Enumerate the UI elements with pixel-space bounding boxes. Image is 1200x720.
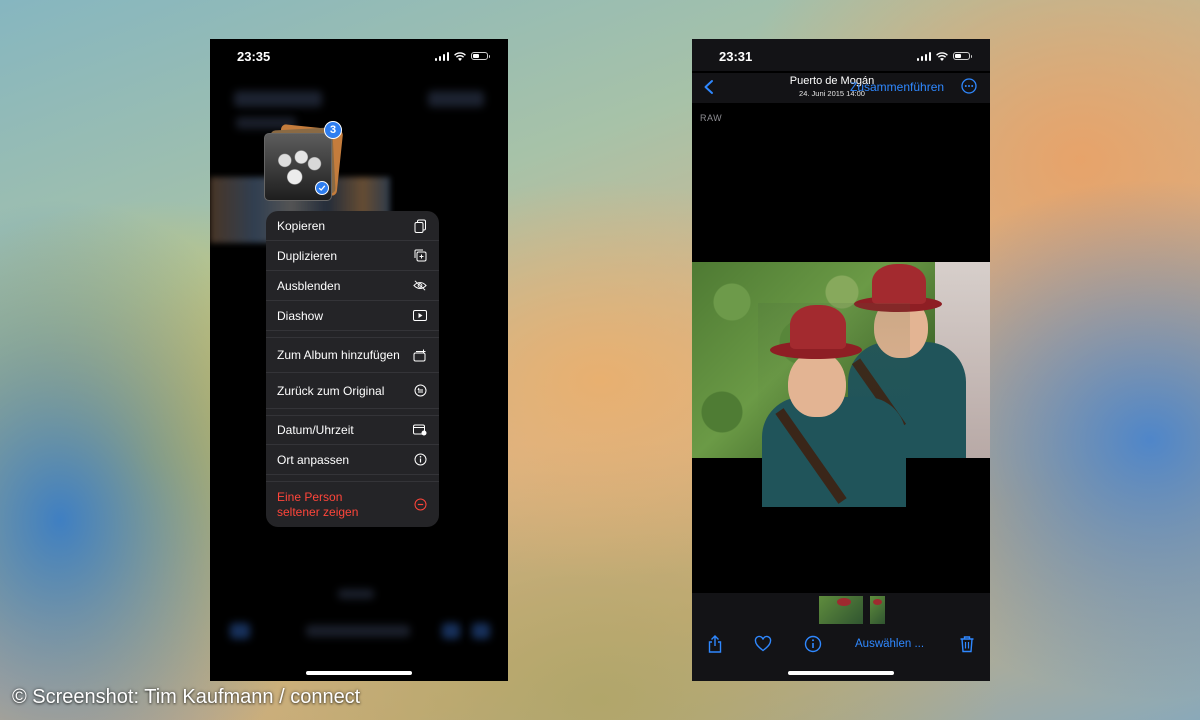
blurred-header-action xyxy=(428,91,484,107)
menu-item-add-to-album[interactable]: Zum Album hinzufügen xyxy=(266,337,439,373)
menu-item-label-line: Eine Person xyxy=(277,489,343,504)
menu-item-label: Diashow xyxy=(277,308,324,323)
more-ellipsis-icon[interactable] xyxy=(961,78,977,94)
home-indicator[interactable] xyxy=(306,671,412,675)
menu-item-label-line: seltener zeigen xyxy=(277,504,359,519)
menu-item-label: Ausblenden xyxy=(277,278,341,293)
photo-subject-front xyxy=(758,303,910,507)
eye-slash-icon xyxy=(413,279,427,293)
calendar-clock-icon xyxy=(413,423,427,437)
wifi-icon xyxy=(936,51,948,61)
left-phone-screen: 23:35 3 Kopieren Duplizieren Ausblenden … xyxy=(210,39,508,681)
blurred-footer-text xyxy=(338,589,374,599)
blurred-toolbar-icon xyxy=(442,623,460,639)
wifi-icon xyxy=(454,51,466,61)
raw-badge: RAW xyxy=(700,113,723,123)
menu-item-hide[interactable]: Ausblenden xyxy=(266,271,439,301)
back-chevron-icon[interactable] xyxy=(702,79,716,95)
heart-icon[interactable] xyxy=(754,635,772,653)
selected-photo-stack[interactable]: 3 xyxy=(264,121,344,201)
duplicate-icon xyxy=(413,249,427,263)
menu-item-duplicate[interactable]: Duplizieren xyxy=(266,241,439,271)
share-icon[interactable] xyxy=(706,635,724,653)
blurred-toolbar-text xyxy=(306,625,410,637)
play-rectangle-icon xyxy=(413,309,427,323)
add-to-album-icon xyxy=(413,348,427,362)
copyright-caption: © Screenshot: Tim Kaufmann / connect xyxy=(12,686,361,708)
status-time: 23:35 xyxy=(237,49,271,64)
photo-thumbnail-strip xyxy=(819,596,885,624)
context-menu: Kopieren Duplizieren Ausblenden Diashow … xyxy=(266,211,439,527)
photo-thumbnail[interactable] xyxy=(819,596,863,624)
info-icon[interactable] xyxy=(804,635,822,653)
right-phone-screen: 23:31 Puerto de Mogán 24. Juni 2015 14:0… xyxy=(692,39,990,681)
battery-icon xyxy=(471,52,490,60)
info-icon xyxy=(413,453,427,467)
menu-item-label: Zurück zum Original xyxy=(277,383,385,398)
menu-item-feature-person-less[interactable]: Eine Person seltener zeigen xyxy=(266,481,439,527)
overlay-photo[interactable] xyxy=(758,303,910,507)
minus-circle-icon xyxy=(413,498,427,512)
blurred-header xyxy=(234,91,322,107)
menu-item-label: Datum/Uhrzeit xyxy=(277,423,354,437)
menu-item-slideshow[interactable]: Diashow xyxy=(266,301,439,331)
battery-icon xyxy=(953,52,972,60)
blurred-toolbar-icon xyxy=(230,623,250,639)
menu-item-adjust-location[interactable]: Ort anpassen xyxy=(266,445,439,475)
cellular-signal-icon xyxy=(916,51,931,61)
menu-item-label: Zum Album hinzufügen xyxy=(277,348,400,362)
trash-icon[interactable] xyxy=(958,635,976,653)
menu-item-label: Duplizieren xyxy=(277,248,338,263)
blurred-toolbar-icon xyxy=(472,623,490,639)
menu-item-label: Eine Person seltener zeigen xyxy=(277,490,413,520)
menu-item-revert-to-original[interactable]: Zurück zum Original xyxy=(266,373,439,409)
checkmark-icon xyxy=(315,181,329,195)
selection-count-badge: 3 xyxy=(324,121,342,139)
status-time: 23:31 xyxy=(719,49,753,64)
photo-toolbar: Auswählen ... xyxy=(692,593,990,681)
revert-icon xyxy=(413,384,427,398)
menu-item-copy[interactable]: Kopieren xyxy=(266,211,439,241)
status-bar: 23:31 xyxy=(692,39,990,71)
home-indicator[interactable] xyxy=(788,671,894,675)
menu-item-label: Kopieren xyxy=(277,218,326,233)
status-bar: 23:35 xyxy=(210,39,508,71)
photo-thumbnail[interactable] xyxy=(870,596,885,624)
merge-button[interactable]: Zusammenführen xyxy=(850,80,944,94)
select-button[interactable]: Auswählen ... xyxy=(855,638,924,650)
menu-item-label: Ort anpassen xyxy=(277,452,350,467)
menu-item-date-time[interactable]: Datum/Uhrzeit xyxy=(266,415,439,445)
cellular-signal-icon xyxy=(434,51,449,61)
photo-navigation-bar: Puerto de Mogán 24. Juni 2015 14:00 Zusa… xyxy=(692,73,990,103)
copy-icon xyxy=(413,219,427,233)
